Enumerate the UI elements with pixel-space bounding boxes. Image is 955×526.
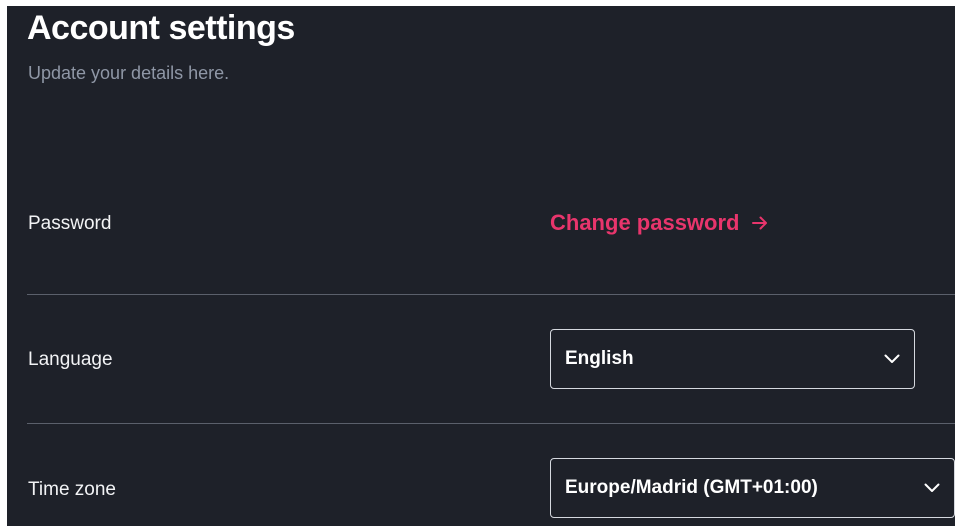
language-label: Language bbox=[28, 349, 113, 370]
language-select[interactable]: English bbox=[550, 329, 915, 389]
chevron-down-icon bbox=[924, 483, 940, 492]
change-password-link[interactable]: Change password bbox=[550, 210, 769, 236]
timezone-select[interactable]: Europe/Madrid (GMT+01:00) bbox=[550, 458, 955, 518]
chevron-down-icon bbox=[884, 354, 900, 363]
change-password-label: Change password bbox=[550, 210, 740, 235]
timezone-select-value: Europe/Madrid (GMT+01:00) bbox=[565, 477, 818, 498]
language-select-value: English bbox=[565, 348, 634, 369]
divider bbox=[27, 294, 955, 295]
top-edge bbox=[0, 0, 955, 6]
password-label: Password bbox=[28, 213, 112, 234]
arrow-right-icon bbox=[752, 216, 768, 230]
divider bbox=[27, 423, 955, 424]
account-settings-page: Account settings Update your details her… bbox=[0, 0, 955, 526]
left-edge bbox=[0, 0, 7, 526]
page-subtitle: Update your details here. bbox=[28, 63, 230, 83]
page-title: Account settings bbox=[27, 9, 295, 47]
timezone-label: Time zone bbox=[28, 479, 116, 500]
